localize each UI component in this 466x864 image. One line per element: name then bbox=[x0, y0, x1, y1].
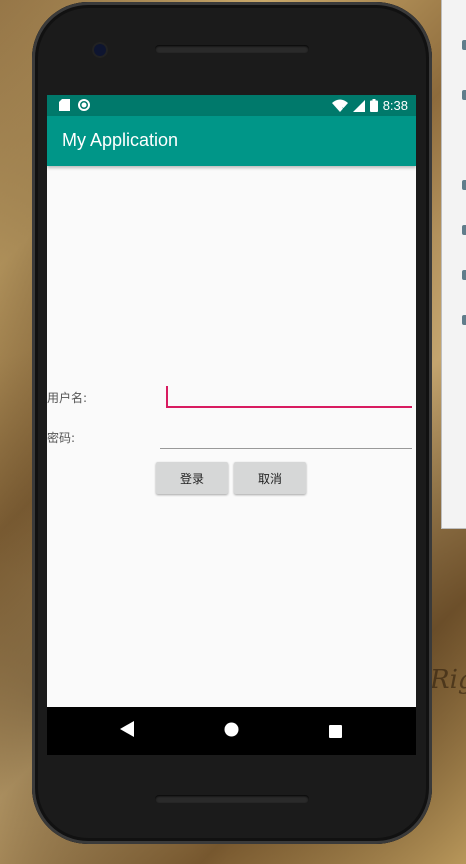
app-title: My Application bbox=[62, 130, 179, 150]
password-underline bbox=[160, 448, 412, 449]
cellular-signal-icon bbox=[352, 99, 365, 112]
circle-status-icon bbox=[78, 99, 90, 111]
bottom-speaker bbox=[155, 795, 309, 803]
status-time: 8:38 bbox=[382, 98, 408, 113]
wifi-icon: x bbox=[331, 99, 348, 112]
username-input[interactable] bbox=[166, 384, 412, 408]
app-bar: My Application bbox=[47, 116, 416, 166]
side-panel-marker bbox=[462, 180, 466, 190]
recents-square-icon[interactable] bbox=[329, 723, 342, 742]
password-input[interactable] bbox=[160, 425, 412, 449]
side-panel bbox=[441, 0, 466, 529]
text-cursor bbox=[166, 386, 168, 406]
svg-text:x: x bbox=[342, 106, 346, 112]
front-camera bbox=[94, 44, 106, 56]
back-triangle-icon[interactable] bbox=[120, 721, 134, 741]
side-panel-marker bbox=[462, 315, 466, 325]
status-bar: x 8:38 bbox=[47, 95, 416, 116]
top-speaker bbox=[155, 45, 309, 53]
side-panel-marker bbox=[462, 225, 466, 235]
side-panel-marker bbox=[462, 40, 466, 50]
cancel-button[interactable]: 取消 bbox=[234, 462, 306, 494]
side-panel-marker bbox=[462, 90, 466, 100]
username-label: 用户名: bbox=[47, 391, 88, 405]
username-underline bbox=[166, 406, 412, 408]
battery-icon bbox=[369, 99, 378, 112]
password-label: 密码: bbox=[47, 431, 76, 445]
navigation-bar bbox=[47, 707, 416, 755]
login-button[interactable]: 登录 bbox=[156, 462, 228, 494]
sd-card-icon bbox=[59, 99, 70, 111]
side-panel-marker bbox=[462, 270, 466, 280]
background-script-text: Rig bbox=[430, 665, 466, 695]
phone-screen: x 8:38 My Application 用户名: 密码: 登录 取消 bbox=[47, 95, 416, 707]
home-circle-icon[interactable] bbox=[224, 722, 239, 741]
